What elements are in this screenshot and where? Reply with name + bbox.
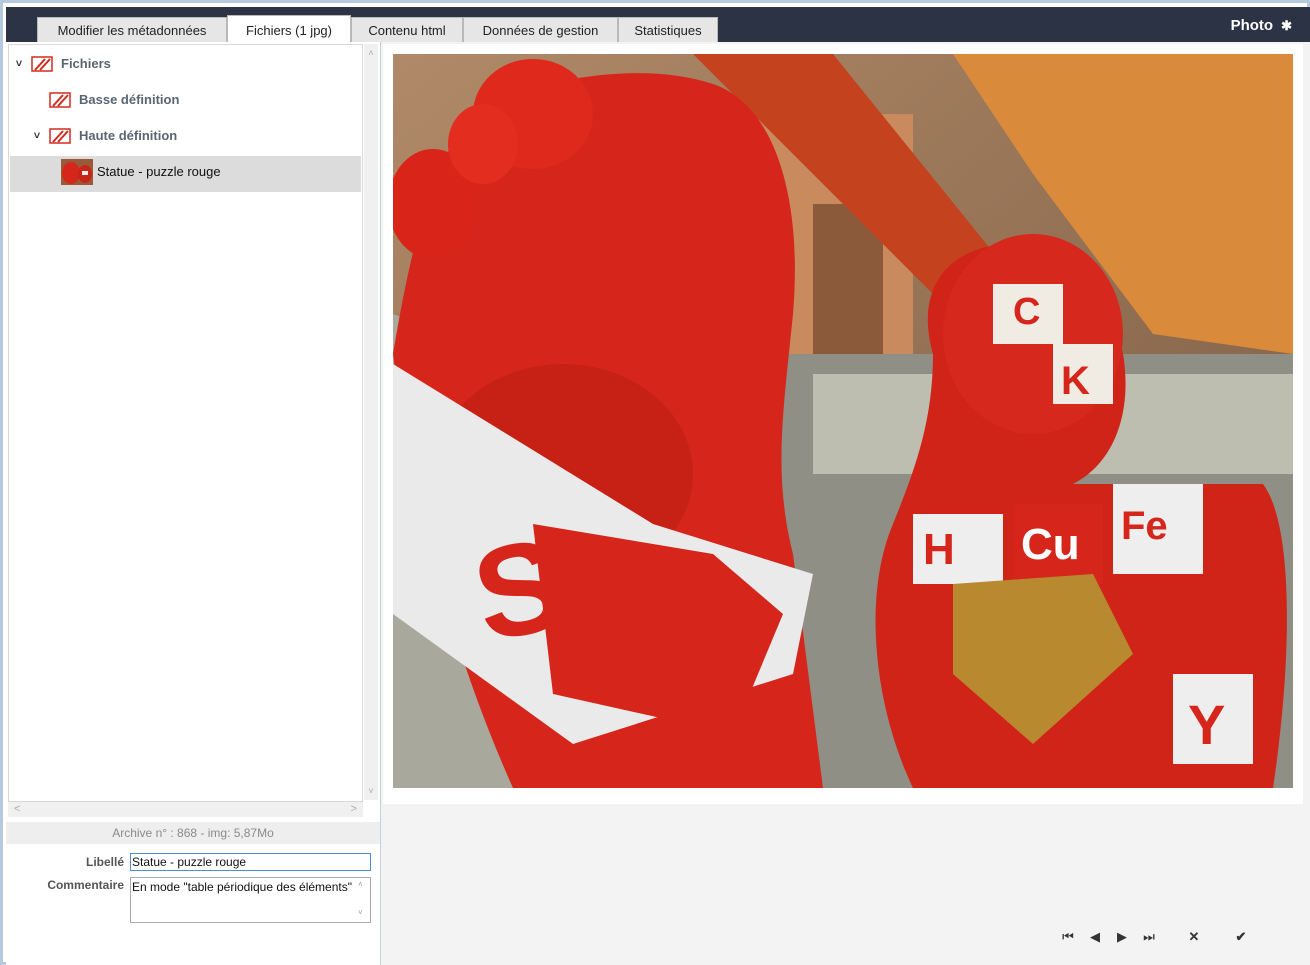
tree-label-haute-definition: Haute définition: [79, 128, 178, 143]
tab-html-content[interactable]: Contenu html: [351, 17, 463, 44]
brand-title: Photo ✱: [1231, 17, 1292, 34]
photo-letter-fe: Fe: [1121, 504, 1168, 548]
file-folder-icon: [31, 56, 53, 72]
scroll-right-icon[interactable]: >: [351, 802, 357, 817]
scroll-left-icon[interactable]: <: [14, 802, 20, 817]
file-folder-icon: [49, 128, 71, 144]
tab-bar: Modifier les métadonnées Fichiers (1 jpg…: [6, 7, 1310, 46]
first-icon[interactable]: ⏮: [1058, 927, 1078, 947]
files-panel: ˅ Fichiers Basse définition ˅ Haute défi…: [6, 42, 381, 965]
photo-letter-c: C: [1013, 291, 1040, 333]
tree-node-haute-definition[interactable]: ˅ Haute définition: [31, 118, 177, 154]
scroll-up-icon[interactable]: ˄: [364, 46, 378, 60]
tree-node-statue[interactable]: Statue - puzzle rouge: [61, 154, 221, 190]
next-icon[interactable]: ▶: [1112, 927, 1132, 947]
tree-node-fichiers[interactable]: ˅ Fichiers: [13, 46, 111, 82]
scroll-down-icon[interactable]: ˅: [358, 908, 363, 917]
app-window: Modifier les métadonnées Fichiers (1 jpg…: [0, 0, 1310, 965]
chevron-down-icon[interactable]: ˅: [31, 130, 43, 142]
image-thumbnail-icon: [61, 159, 93, 185]
file-folder-icon: [49, 92, 71, 108]
tree-label-basse-definition: Basse définition: [79, 92, 180, 107]
cancel-icon[interactable]: ✕: [1184, 927, 1204, 947]
photo-letter-h: H: [923, 525, 955, 574]
tab-management-data[interactable]: Données de gestion: [463, 17, 618, 44]
tab-metadata[interactable]: Modifier les métadonnées: [37, 17, 227, 44]
photo-letter-cu: Cu: [1021, 520, 1080, 569]
file-tree: ˅ Fichiers Basse définition ˅ Haute défi…: [8, 44, 363, 802]
photo-letter-k: K: [1061, 359, 1090, 403]
tab-statistics[interactable]: Statistiques: [618, 17, 718, 44]
gear-icon[interactable]: ✱: [1281, 18, 1292, 34]
archive-info: Archive n° : 868 - img: 5,87Mo: [6, 822, 380, 844]
commentaire-textarea[interactable]: En mode "table périodique des éléments": [130, 877, 371, 923]
photo-letter-y: Y: [1188, 693, 1225, 756]
last-icon[interactable]: ⏭: [1139, 927, 1159, 947]
confirm-icon[interactable]: ✔: [1231, 927, 1251, 947]
tree-node-basse-definition[interactable]: Basse définition: [49, 82, 179, 118]
prev-icon[interactable]: ◀: [1085, 927, 1105, 947]
scroll-up-icon[interactable]: ˄: [358, 880, 363, 889]
commentaire-label: Commentaire: [47, 878, 124, 892]
scroll-down-icon[interactable]: ˅: [364, 784, 378, 798]
libelle-label: Libellé: [85, 855, 124, 869]
tree-label-fichiers: Fichiers: [61, 56, 111, 71]
libelle-input[interactable]: [130, 853, 371, 871]
photo-preview[interactable]: S C K H Cu Fe Y: [393, 54, 1293, 788]
tree-vertical-scrollbar[interactable]: ˄ ˅: [364, 44, 378, 800]
preview-panel: S C K H Cu Fe Y ⏮ ◀ ▶ ⏭ ✕ ✔: [381, 42, 1310, 965]
image-preview-frame: S C K H Cu Fe Y: [383, 44, 1303, 804]
chevron-down-icon[interactable]: ˅: [13, 58, 25, 70]
statue-photo-illustration: S C K H Cu Fe Y: [393, 54, 1293, 788]
tree-label-statue: Statue - puzzle rouge: [97, 164, 221, 179]
commentaire-scrollbar[interactable]: ˄ ˅: [355, 878, 370, 922]
brand-label: Photo: [1230, 17, 1274, 34]
tree-horizontal-scrollbar[interactable]: < >: [8, 802, 363, 817]
